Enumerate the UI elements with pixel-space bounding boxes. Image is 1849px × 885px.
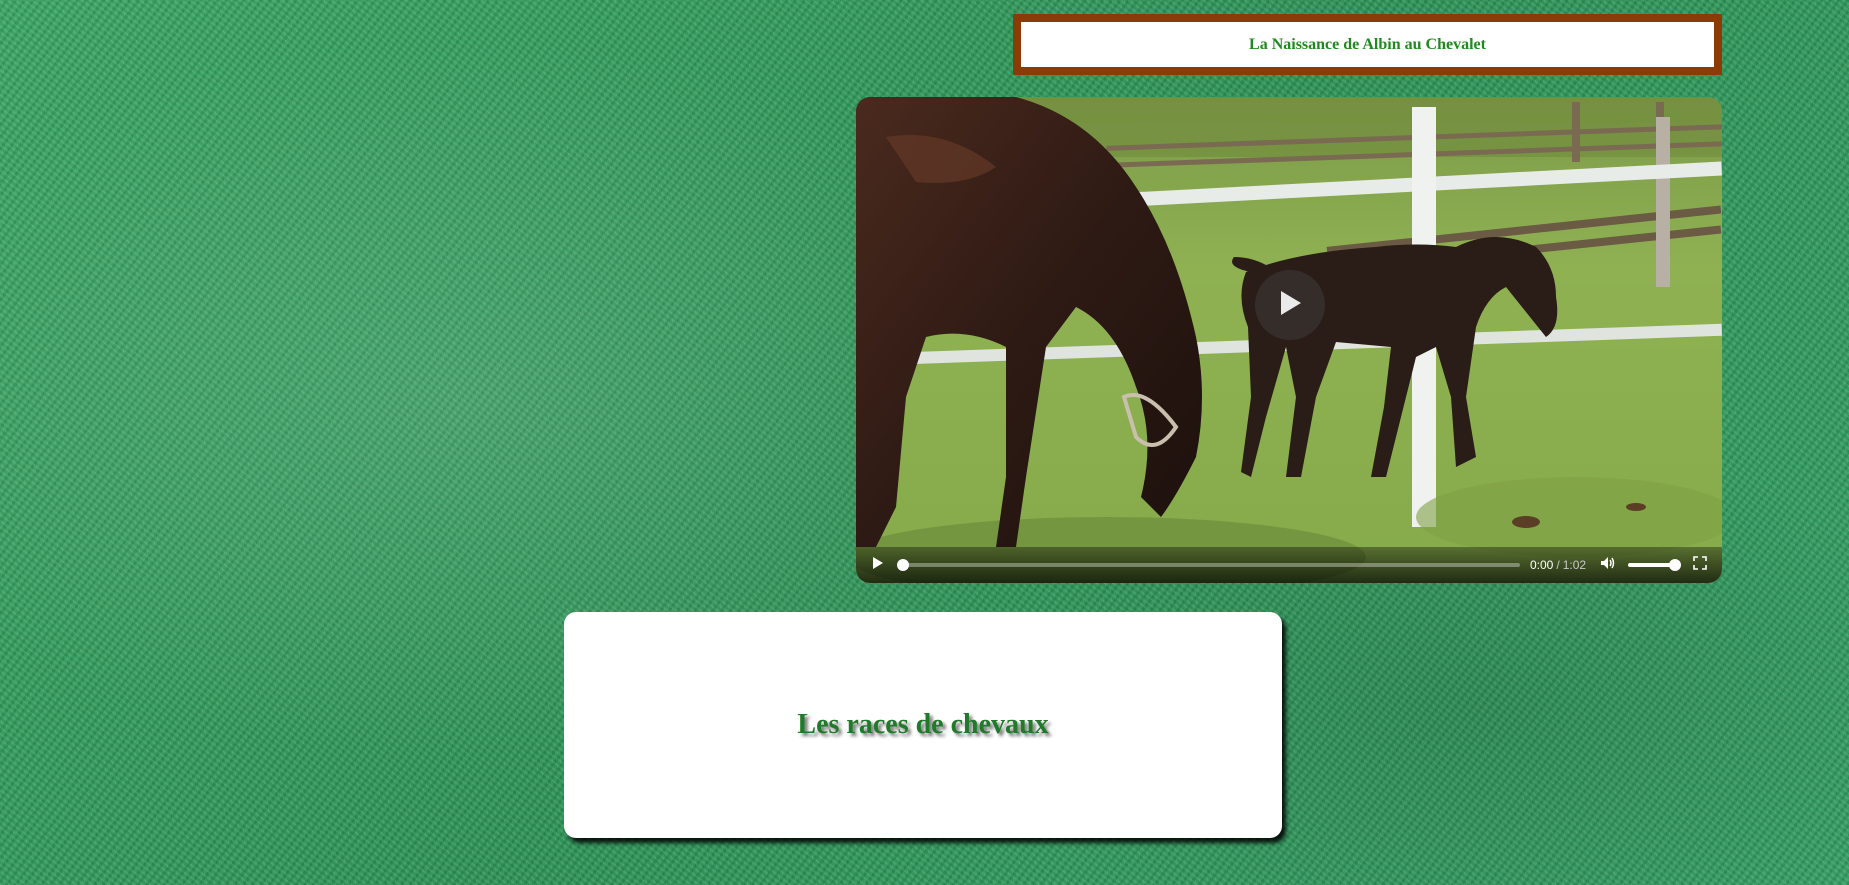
big-play-button[interactable] [1255,270,1325,340]
volume-slider[interactable] [1628,559,1682,571]
current-time: 0:00 [1530,558,1554,572]
play-button[interactable] [868,555,888,575]
video-player[interactable]: 0:00/1:02 [856,97,1722,583]
title-banner: La Naissance de Albin au Chevalet [1013,14,1722,75]
video-frame[interactable] [856,97,1722,583]
breeds-card[interactable]: Les races de chevaux [564,612,1282,838]
fullscreen-button[interactable] [1690,555,1710,575]
volume-knob[interactable] [1669,559,1682,571]
play-icon [872,556,884,575]
progress-bar[interactable] [897,559,1520,571]
fullscreen-icon [1693,555,1707,575]
time-separator: / [1556,558,1560,572]
video-controls: 0:00/1:02 [856,547,1722,583]
play-icon [1277,289,1303,322]
duration: 1:02 [1562,558,1587,572]
progress-knob[interactable] [897,559,909,571]
volume-icon [1600,556,1616,575]
card-title[interactable]: Les races de chevaux [797,709,1048,741]
mute-button[interactable] [1598,555,1618,575]
time-display: 0:00/1:02 [1530,558,1586,572]
page-title: La Naissance de Albin au Chevalet [1249,35,1486,53]
